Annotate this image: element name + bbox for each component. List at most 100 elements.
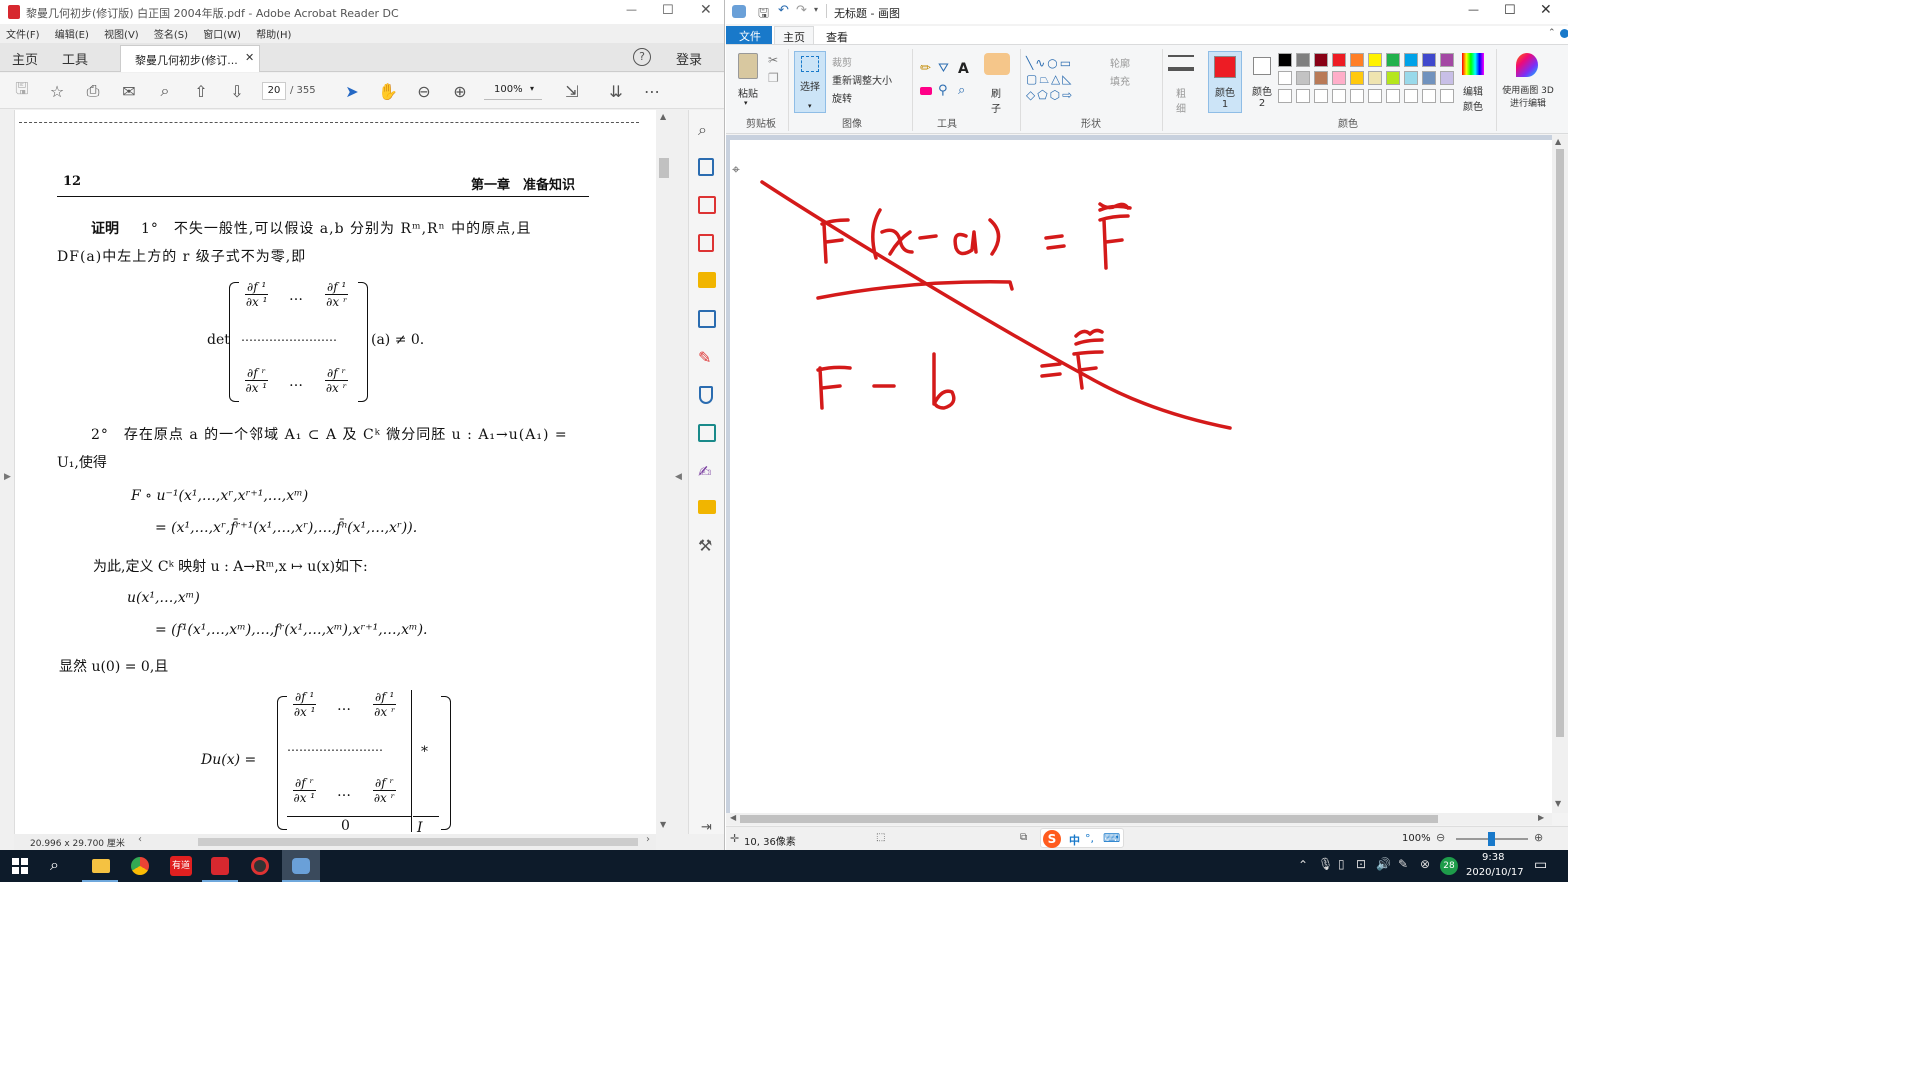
brushes-button[interactable]: 刷子 [988,85,1004,115]
comment-icon[interactable] [698,272,716,288]
vscroll-down-icon[interactable]: ▼ [1555,799,1561,808]
pentagon-shape-icon[interactable]: ⬠ [1037,88,1049,102]
qat-redo-icon[interactable]: ↷ [796,3,807,18]
close-icon[interactable]: ✕ [700,2,712,18]
palette-swatch[interactable] [1404,89,1418,103]
fill-bucket-icon[interactable]: ⛛ [938,61,949,76]
more-tools-icon[interactable]: ⋯ [638,77,666,105]
brush-icon[interactable] [984,53,1010,75]
left-panel-toggle-icon[interactable]: ▶ [4,472,11,482]
zoom-in-button-icon[interactable]: ⊕ [1534,831,1543,844]
zoom-slider-thumb[interactable] [1488,832,1495,846]
tab-view[interactable]: 查看 [826,29,848,45]
canvas-hscroll[interactable]: ◀ ▶ [726,813,1552,825]
edit-colors-button[interactable]: 编辑颜色 [1462,83,1484,113]
palette-swatch[interactable] [1422,89,1436,103]
paint-close-icon[interactable]: ✕ [1540,2,1552,18]
ime-punctuation-icon[interactable]: °, [1085,832,1094,845]
palette-swatch[interactable] [1332,53,1346,67]
more-tools-wrench-icon[interactable]: ⚒ [698,536,712,555]
help-icon[interactable] [1560,29,1568,38]
hand-tool-icon[interactable]: ✋ [374,77,402,105]
tab-home-ribbon[interactable]: 主页 [774,26,814,45]
color1-button[interactable]: 颜色 1 [1208,51,1242,113]
paste-icon[interactable] [738,53,758,79]
palette-swatch[interactable] [1440,71,1454,85]
palette-swatch[interactable] [1278,71,1292,85]
hscroll-right-arrow-icon[interactable]: ▶ [1538,813,1544,822]
print-icon[interactable]: ⎙ [79,77,107,105]
notification-badge[interactable]: 28 [1440,857,1458,875]
send-review-icon[interactable] [698,424,716,442]
palette-swatch[interactable] [1332,71,1346,85]
help-icon[interactable]: ? [633,48,651,66]
hscroll-right-icon[interactable]: › [646,834,650,845]
fill-button[interactable]: 填充 [1110,73,1130,88]
palette-swatch[interactable] [1350,71,1364,85]
outline-button[interactable]: 轮廓 [1110,55,1130,70]
taskbar-paint[interactable] [282,850,320,882]
right-panel-collapse-icon[interactable]: ◀ [675,472,682,482]
palette-swatch[interactable] [1386,53,1400,67]
select-button[interactable]: 选择 ▾ [794,51,826,113]
resize-button[interactable]: 重新调整大小 [832,72,892,87]
taskbar-recorder[interactable] [242,850,278,882]
zoom-out-button-icon[interactable]: ⊖ [1436,831,1445,844]
paste-dropdown-icon[interactable]: ▾ [744,99,748,107]
line-shape-icon[interactable]: ╲ [1026,56,1035,70]
tab-home[interactable]: 主页 [12,49,38,68]
palette-swatch[interactable] [1332,89,1346,103]
magnifier-icon[interactable]: ⌕ [958,83,965,98]
clock-time[interactable]: 9:38 [1482,852,1504,863]
sogou-ime-icon[interactable]: S [1043,830,1061,848]
hscroll-left-icon[interactable]: ‹ [138,834,142,845]
paste-button[interactable]: 粘贴 [738,85,758,100]
palette-swatch[interactable] [1386,89,1400,103]
close-tab-icon[interactable]: ✕ [245,51,254,64]
menu-sign[interactable]: 签名(S) [154,30,188,41]
request-signature-icon[interactable]: ✍ [698,462,711,481]
bookmark-star-icon[interactable]: ☆ [43,77,71,105]
scrollbar-thumb[interactable] [659,158,669,178]
tab-tools[interactable]: 工具 [62,49,88,68]
edit-pdf-icon[interactable] [698,310,716,328]
taskbar-explorer[interactable] [82,850,118,882]
size-button[interactable]: 粗细 [1176,85,1186,115]
document-scrollbar[interactable]: ▲ ▼ [657,110,671,834]
fill-sign-icon[interactable]: ✎ [698,348,711,367]
palette-swatch[interactable] [1296,89,1310,103]
scroll-mode-icon[interactable]: ⇊ [602,77,630,105]
tab-file[interactable]: 文件 [726,26,772,44]
triangle-shape-icon[interactable]: △ [1051,72,1062,86]
palette-swatch[interactable] [1404,53,1418,67]
ime-keyboard-icon[interactable]: ⌨ [1103,831,1120,845]
action-center-icon[interactable]: ▭ [1534,857,1547,873]
export-pdf-icon[interactable] [698,158,714,176]
palette-swatch[interactable] [1314,53,1328,67]
qat-save-icon[interactable]: 🖫 [758,4,769,26]
paint-maximize-icon[interactable]: ☐ [1504,3,1516,18]
diamond-shape-icon[interactable]: ◇ [1026,88,1037,102]
qat-customize-icon[interactable]: ▾ [814,5,818,14]
fit-page-icon[interactable]: ⇲ [558,77,586,105]
palette-swatch[interactable] [1314,71,1328,85]
prev-page-icon[interactable]: ⇧ [187,77,215,105]
hscroll-thumb[interactable] [198,838,638,846]
palette-swatch[interactable] [1314,89,1328,103]
rectangle-shape-icon[interactable]: ▭ [1060,56,1073,70]
palette-swatch[interactable] [1350,53,1364,67]
zoom-in-icon[interactable]: ⊕ [446,77,474,105]
tab-document[interactable]: 黎曼几何初步(修订... ✕ [120,45,260,72]
palette-swatch[interactable] [1296,71,1310,85]
palette-swatch[interactable] [1386,71,1400,85]
qat-undo-icon[interactable]: ↶ [778,3,789,18]
rounded-rect-shape-icon[interactable]: ▢ [1026,72,1039,86]
stamp-icon[interactable] [698,500,716,514]
menu-file[interactable]: 文件(F) [6,30,40,41]
curve-shape-icon[interactable]: ∿ [1035,56,1047,70]
create-pdf-icon[interactable] [698,234,714,252]
palette-swatch[interactable] [1296,53,1310,67]
paint-minimize-icon[interactable]: — [1468,3,1479,16]
collapse-pane-icon[interactable]: ⇥ [701,820,712,835]
taskbar-chrome[interactable] [122,850,158,882]
